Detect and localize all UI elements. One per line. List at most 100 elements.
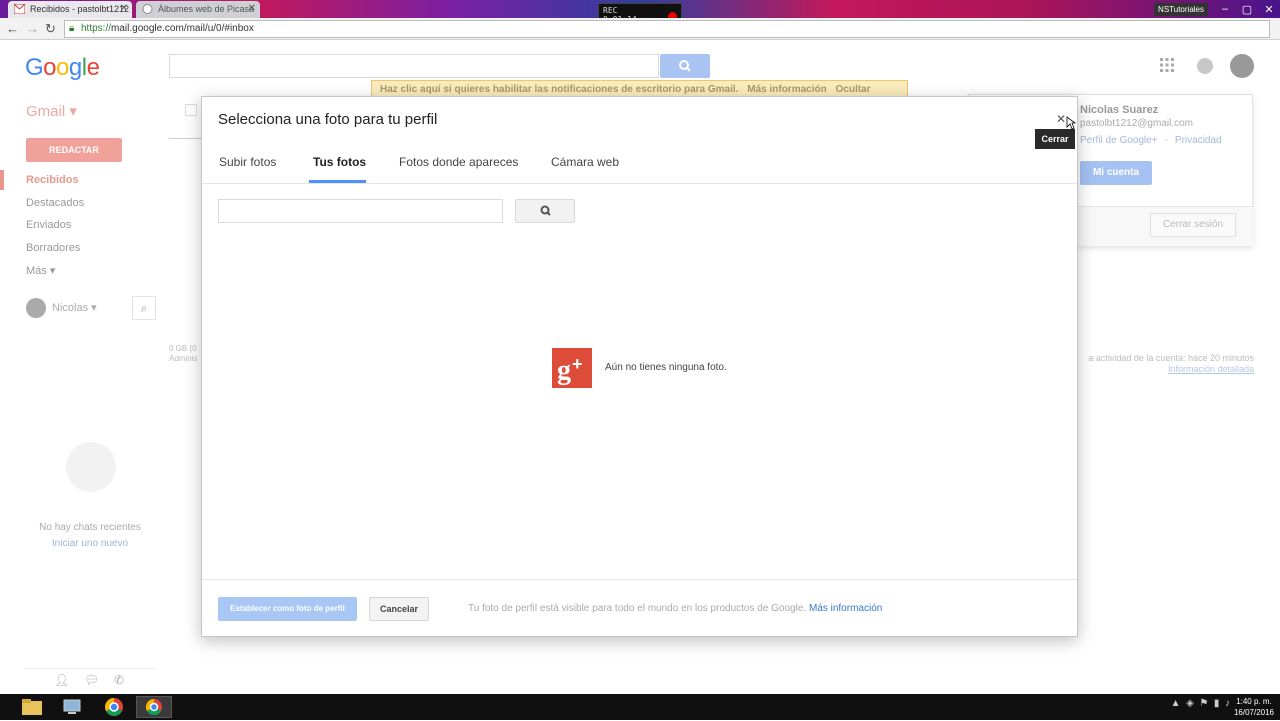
activity-details-link[interactable]: Información detallada [1076, 364, 1254, 375]
taskbar-clock[interactable]: 1:40 p. m. 16/07/2016 [1234, 696, 1274, 718]
mouse-cursor-icon [1066, 116, 1076, 130]
dialog-title: Selecciona una foto para tu perfil [218, 111, 438, 128]
clock-time: 1:40 p. m. [1236, 697, 1272, 706]
google-plus-profile-link[interactable]: Perfil de Google+ [1080, 135, 1158, 146]
tab-photos-of-you[interactable]: Fotos donde apareces [399, 155, 518, 169]
notification-text[interactable]: Haz clic aquí si quieres habilitar las n… [380, 84, 738, 95]
account-name: Nicolas Suarez [1080, 104, 1159, 116]
browser-tab-picasa[interactable]: Álbumes web de Picasa ✕ [136, 1, 260, 18]
select-all-checkbox[interactable] [185, 104, 197, 116]
chrome-active-window-icon[interactable] [136, 696, 172, 718]
apps-grid-icon[interactable] [1160, 58, 1174, 72]
windows-taskbar: ▲ ◈ ⚑ ▮ ♪ 1:40 p. m. 16/07/2016 [0, 694, 1280, 720]
sidebar-item-inbox[interactable]: Recibidos [26, 174, 79, 186]
cancel-button[interactable]: Cancelar [369, 597, 429, 621]
close-window-icon[interactable]: ✕ [1258, 3, 1280, 16]
account-activity-info: a actividad de la cuenta: hace 20 minuto… [1076, 353, 1254, 375]
lock-icon: 🔒︎ [69, 23, 75, 34]
forward-arrow-icon[interactable]: → [26, 21, 39, 36]
primary-tab-icon[interactable] [169, 138, 203, 174]
phone-icon[interactable]: ✆ [114, 673, 124, 687]
active-nav-indicator [0, 170, 4, 190]
sidebar-item-drafts[interactable]: Borradores [26, 242, 80, 254]
my-account-button[interactable]: Mi cuenta [1080, 161, 1152, 185]
sidebar-item-sent[interactable]: Enviados [26, 219, 71, 231]
address-bar[interactable]: 🔒︎ https://mail.google.com/mail/u/0/#inb… [64, 20, 1270, 38]
close-tab-icon[interactable]: ✕ [248, 3, 256, 14]
tab-label: Recibidos - pastolbt1212 [30, 4, 130, 14]
close-tooltip: Cerrar [1035, 129, 1075, 149]
system-tray: ▲ ◈ ⚑ ▮ ♪ [1171, 698, 1230, 709]
file-explorer-icon[interactable] [14, 696, 50, 718]
chat-user-name: Nicolas [52, 301, 89, 314]
start-new-chat-link[interactable]: Iniciar uno nuevo [18, 536, 162, 552]
chat-bottom-toolbar: 👤︎ 💬︎ ✆ [26, 668, 156, 690]
maximize-icon[interactable]: ▢ [1236, 3, 1258, 16]
gmail-favicon-icon [14, 4, 25, 14]
notification-dismiss-link[interactable]: Ocultar [836, 84, 871, 95]
chat-search-icon[interactable]: ⌕ [132, 296, 156, 320]
window-user-badge: NSTutoriales [1154, 2, 1208, 16]
chat-bubble-icon [66, 442, 116, 492]
google-logo[interactable]: Google [25, 54, 100, 82]
mail-search-input[interactable] [169, 54, 659, 78]
reload-icon[interactable]: ↻ [45, 21, 56, 37]
notifications-bell-icon[interactable] [1197, 58, 1213, 74]
network-tray-icon[interactable]: ▮ [1214, 698, 1220, 709]
flag-tray-icon[interactable]: ⚑ [1199, 698, 1208, 709]
search-icon [540, 205, 551, 216]
dialog-footer-divider [202, 579, 1077, 580]
tab-upload-photos[interactable]: Subir fotos [219, 155, 276, 169]
browser-tab-gmail[interactable]: Recibidos - pastolbt1212 ✕ [8, 1, 132, 18]
empty-photos-message: Aún no tienes ninguna foto. [605, 362, 727, 373]
minimize-icon[interactable]: – [1214, 3, 1236, 15]
window-controls: NSTutoriales – ▢ ✕ [1154, 0, 1280, 18]
no-chats-panel: No hay chats recientes Iniciar uno nuevo [18, 520, 162, 552]
gmail-menu-label[interactable]: Gmail ▾ [26, 102, 77, 120]
photo-search-input[interactable] [218, 199, 503, 223]
person-icon[interactable]: 👤︎ [54, 673, 69, 687]
browser-toolbar: ← → ↻ 🔒︎ https://mail.google.com/mail/u/… [0, 18, 1280, 40]
privacy-link[interactable]: Privacidad [1175, 135, 1222, 146]
more-info-link[interactable]: Más información [809, 603, 882, 614]
security-tray-icon[interactable]: ◈ [1186, 698, 1194, 709]
tab-your-photos[interactable]: Tus fotos [313, 155, 366, 169]
account-avatar[interactable] [1230, 54, 1254, 78]
browser-tab-strip: Recibidos - pastolbt1212 ✕ Álbumes web d… [0, 0, 1280, 27]
volume-tray-icon[interactable]: ♪ [1225, 698, 1230, 709]
account-email: pastolbt1212@gmail.com [1080, 118, 1193, 129]
close-icon[interactable]: ✕ [1056, 112, 1066, 126]
computer-icon[interactable] [54, 696, 90, 718]
chat-user-selector[interactable]: Nicolas ▾ [26, 298, 97, 318]
sidebar-item-starred[interactable]: Destacados [26, 197, 84, 209]
sidebar-item-more[interactable]: Más ▾ [26, 264, 55, 277]
tabs-divider [202, 183, 1077, 184]
chrome-icon[interactable] [96, 696, 132, 718]
close-tab-icon[interactable]: ✕ [120, 3, 128, 14]
visibility-note: Tu foto de perfil está visible para todo… [468, 603, 807, 614]
compose-button[interactable]: REDACTAR [26, 138, 122, 162]
tray-expand-icon[interactable]: ▲ [1171, 698, 1181, 709]
hangouts-icon[interactable]: 💬︎ [84, 673, 99, 687]
chat-avatar [26, 298, 46, 318]
tab-label: Álbumes web de Picasa [158, 4, 255, 14]
clock-date: 16/07/2016 [1233, 708, 1274, 717]
google-plus-icon: g + [552, 348, 592, 388]
mail-search-button[interactable] [660, 54, 710, 78]
svg-text:g: g [557, 355, 571, 386]
search-icon [679, 60, 691, 72]
dialog-footer-note: Tu foto de perfil está visible para todo… [468, 603, 882, 614]
photo-search-button[interactable] [515, 199, 575, 223]
sign-out-button[interactable]: Cerrar sesión [1150, 213, 1236, 237]
account-links: Perfil de Google+ - Privacidad [1080, 135, 1222, 146]
notification-more-info-link[interactable]: Más información [747, 84, 826, 95]
svg-text:+: + [572, 354, 583, 374]
set-profile-photo-button[interactable]: Establecer como foto de perfil [218, 597, 357, 621]
chevron-down-icon: ▾ [91, 301, 97, 314]
back-arrow-icon[interactable]: ← [6, 21, 19, 36]
url-path: mail.google.com/mail/u/0/#inbox [111, 23, 254, 34]
storage-info: 0 GB (0 Adminis [169, 344, 198, 363]
tab-webcam[interactable]: Cámara web [551, 155, 619, 169]
url-scheme: https:// [81, 23, 112, 34]
picasa-favicon-icon [142, 4, 153, 14]
